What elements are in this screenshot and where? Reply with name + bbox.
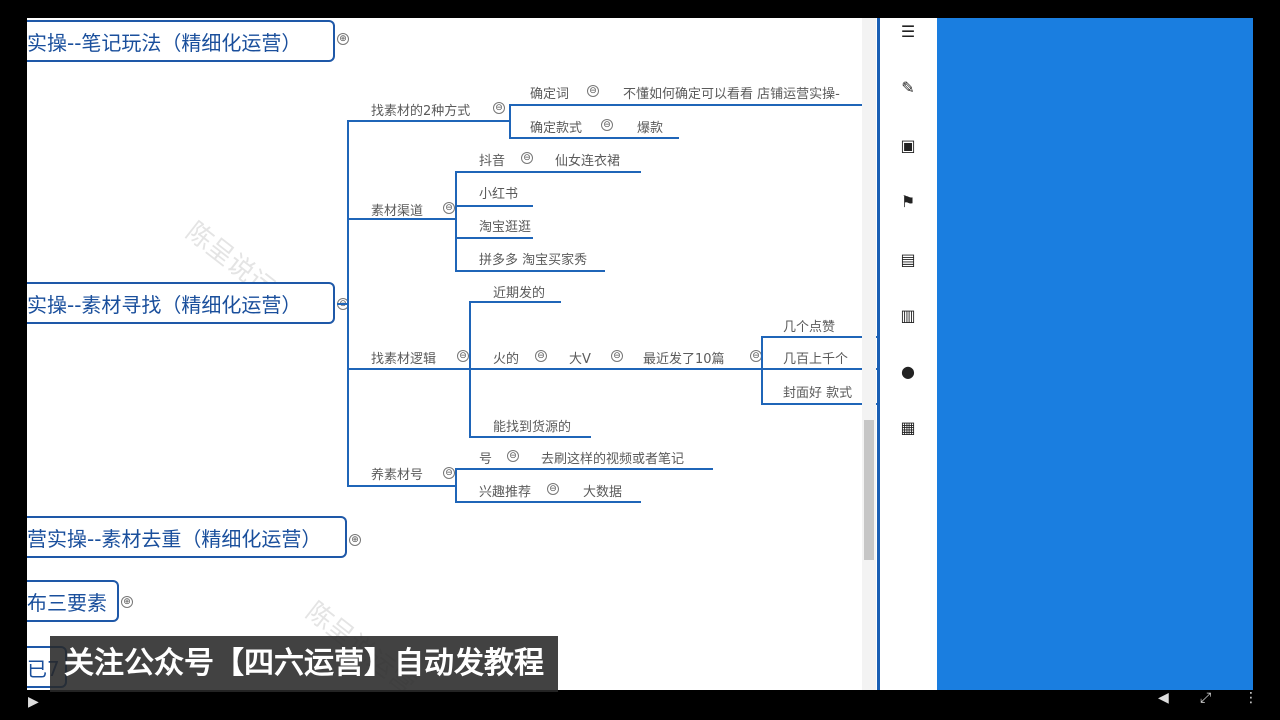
branch-raise-account[interactable]: 养素材号 — [371, 464, 423, 483]
more-icon[interactable]: ⋮ — [1244, 690, 1258, 706]
node-douyin[interactable]: 抖音 — [479, 150, 505, 169]
node-account[interactable]: 号 — [479, 448, 492, 467]
collapse-icon[interactable]: ⊖ — [587, 85, 599, 97]
node-big-v[interactable]: 大V — [569, 348, 591, 367]
expand-icon[interactable]: ⊕ — [121, 596, 133, 608]
vertical-scrollbar[interactable] — [862, 18, 876, 690]
collapse-icon[interactable]: ⊖ — [521, 152, 533, 164]
image-icon[interactable]: ▣ — [898, 136, 918, 156]
branch-find-2-ways[interactable]: 找素材的2种方式 — [371, 100, 470, 119]
collapse-icon[interactable]: ⊖ — [443, 202, 455, 214]
node-has-supply[interactable]: 能找到货源的 — [493, 416, 571, 435]
play-icon[interactable]: ▶ — [28, 694, 39, 710]
scrollbar-thumb[interactable] — [864, 420, 874, 560]
topic-note-gameplay[interactable]: 实操--笔记玩法（精细化运营） — [27, 20, 335, 62]
comment-icon[interactable]: ● — [898, 362, 918, 382]
node-keyword[interactable]: 确定词 — [530, 83, 569, 102]
node-few-likes[interactable]: 几个点赞 — [783, 316, 835, 335]
collapse-icon[interactable]: ⊖ — [535, 350, 547, 362]
node-interest-rec[interactable]: 兴趣推荐 — [479, 481, 531, 500]
fullscreen-icon[interactable]: ⤢ — [1200, 690, 1211, 706]
subtitle-overlay: 关注公众号【四六运营】自动发教程 — [50, 636, 558, 692]
topic-material-search[interactable]: 实操--素材寻找（精细化运营） — [27, 282, 335, 324]
branch-channels[interactable]: 素材渠道 — [371, 200, 423, 219]
volume-icon[interactable]: ◀ — [1158, 690, 1169, 706]
node-hot-item[interactable]: 爆款 — [637, 117, 663, 136]
node-keyword-note[interactable]: 不懂如何确定可以看看 店铺运营实操- — [623, 83, 840, 102]
flag-icon[interactable]: ⚑ — [898, 192, 918, 212]
clipboard-icon[interactable]: ▦ — [898, 418, 918, 438]
topic-three-elements[interactable]: 布三要素 — [27, 580, 119, 622]
keyboard-icon[interactable]: ▤ — [898, 250, 918, 270]
node-big-data[interactable]: 大数据 — [583, 481, 622, 500]
collapse-icon[interactable]: ⊖ — [443, 467, 455, 479]
node-dress[interactable]: 仙女连衣裙 — [555, 150, 620, 169]
expand-icon[interactable]: ⊕ — [337, 33, 349, 45]
node-style[interactable]: 确定款式 — [530, 117, 582, 136]
node-cover-style[interactable]: 封面好 款式 — [783, 382, 852, 401]
tool-sidebar: ☰ ✎ ▣ ⚑ ▤ ▥ ● ▦ — [877, 18, 937, 690]
collapse-icon[interactable]: ⊖ — [601, 119, 613, 131]
collapse-icon[interactable]: ⊖ — [547, 483, 559, 495]
node-browse-videos[interactable]: 去刷这样的视频或者笔记 — [541, 448, 684, 467]
document-icon[interactable]: ▥ — [898, 306, 918, 326]
branch-logic[interactable]: 找素材逻辑 — [371, 348, 436, 367]
node-xiaohongshu[interactable]: 小红书 — [479, 183, 518, 202]
collapse-icon[interactable]: ⊖ — [611, 350, 623, 362]
collapse-icon[interactable]: ⊖ — [507, 450, 519, 462]
collapse-icon[interactable]: ⊖ — [457, 350, 469, 362]
collapse-icon[interactable]: ⊖ — [493, 102, 505, 114]
topic-material-dedupe[interactable]: 营实操--素材去重（精细化运营） — [27, 516, 347, 558]
node-recent-10[interactable]: 最近发了10篇 — [643, 348, 725, 367]
expand-icon[interactable]: ⊕ — [349, 534, 361, 546]
outline-icon[interactable]: ☰ — [898, 22, 918, 42]
blue-panel — [937, 18, 1253, 690]
node-pdd-buyer-show[interactable]: 拼多多 淘宝买家秀 — [479, 249, 587, 268]
mindmap-canvas[interactable]: 陈呈说运营 陈呈说运营 实操--笔记玩法（精细化运营） ⊕ 实操--素材寻找（精… — [27, 18, 877, 690]
paint-icon[interactable]: ✎ — [898, 78, 918, 98]
node-popular[interactable]: 火的 — [493, 348, 519, 367]
node-hundreds-likes[interactable]: 几百上千个 — [783, 348, 848, 367]
node-taobao-stroll[interactable]: 淘宝逛逛 — [479, 216, 531, 235]
node-recent[interactable]: 近期发的 — [493, 282, 545, 301]
